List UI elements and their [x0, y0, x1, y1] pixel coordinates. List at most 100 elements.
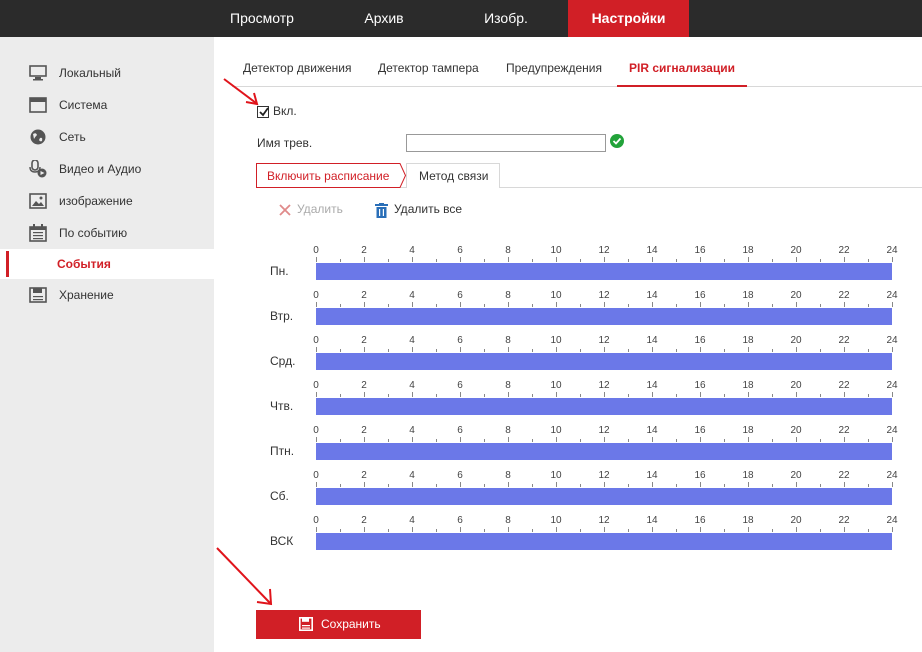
- hour-label: 20: [790, 290, 802, 301]
- hour-tick: [412, 527, 413, 532]
- hour-tick: [748, 527, 749, 532]
- hour-tick: [772, 484, 773, 487]
- hour-label: 22: [838, 290, 850, 301]
- enable-label: Вкл.: [273, 104, 297, 118]
- save-button[interactable]: Сохранить: [256, 610, 421, 639]
- top-nav-bar: Просмотр Архив Изобр. Настройки: [0, 0, 922, 37]
- tab-pir-alarm[interactable]: PIR сигнализации: [617, 50, 747, 87]
- hour-label: 18: [742, 425, 754, 436]
- hour-tick: [628, 259, 629, 262]
- hour-tick: [364, 302, 365, 307]
- hour-tick: [580, 439, 581, 442]
- topnav-picture[interactable]: Изобр.: [458, 0, 554, 37]
- trash-icon: [375, 203, 388, 218]
- hour-tick: [340, 439, 341, 442]
- sidebar-item-system[interactable]: Система: [0, 90, 214, 120]
- hour-tick: [460, 302, 461, 307]
- hour-tick: [532, 259, 533, 262]
- hour-label: 12: [598, 425, 610, 436]
- schedule-bar[interactable]: [316, 263, 892, 280]
- hour-tick: [412, 302, 413, 307]
- hour-tick: [676, 484, 677, 487]
- hour-tick: [364, 527, 365, 532]
- schedule-bar[interactable]: [316, 398, 892, 415]
- hour-tick: [772, 349, 773, 352]
- sidebar-item-local[interactable]: Локальный: [0, 58, 214, 88]
- hour-label: 12: [598, 335, 610, 346]
- hour-tick: [628, 304, 629, 307]
- hour-tick: [532, 349, 533, 352]
- hour-label: 4: [409, 335, 415, 346]
- hour-tick: [580, 304, 581, 307]
- hour-label: 24: [886, 290, 898, 301]
- hour-label: 16: [694, 425, 706, 436]
- tab-exception[interactable]: Предупреждения: [506, 50, 602, 87]
- hour-tick: [892, 347, 893, 352]
- hour-tick: [388, 529, 389, 532]
- hour-label: 6: [457, 335, 463, 346]
- sidebar-item-image[interactable]: изображение: [0, 186, 214, 216]
- schedule-bar[interactable]: [316, 308, 892, 325]
- hour-tick: [364, 482, 365, 487]
- hour-tick: [700, 392, 701, 397]
- tab-arming-schedule-label: Включить расписание: [267, 169, 390, 183]
- topnav-playback[interactable]: Архив: [336, 0, 432, 37]
- tab-tamper-detection[interactable]: Детектор тампера: [378, 50, 479, 87]
- sidebar-item-label: Сеть: [59, 130, 86, 144]
- hour-label: 14: [646, 470, 658, 481]
- topnav-configuration[interactable]: Настройки: [568, 0, 689, 37]
- hour-label: 12: [598, 245, 610, 256]
- sidebar-item-storage[interactable]: Хранение: [0, 280, 214, 310]
- schedule-bar[interactable]: [316, 353, 892, 370]
- hour-tick: [436, 439, 437, 442]
- schedule-bar[interactable]: [316, 443, 892, 460]
- hour-label: 24: [886, 425, 898, 436]
- hour-tick: [388, 394, 389, 397]
- hour-label: 8: [505, 470, 511, 481]
- hour-label: 24: [886, 380, 898, 391]
- hour-tick: [604, 437, 605, 442]
- hour-tick: [604, 302, 605, 307]
- annotation-arrow-icon: [223, 78, 259, 106]
- hour-tick: [532, 529, 533, 532]
- alarm-name-input[interactable]: [406, 134, 606, 152]
- hour-tick: [556, 527, 557, 532]
- hour-label: 16: [694, 290, 706, 301]
- sidebar-item-event[interactable]: По событию: [0, 218, 214, 248]
- hour-tick: [556, 392, 557, 397]
- hour-tick: [556, 302, 557, 307]
- sidebar-item-network[interactable]: Сеть: [0, 122, 214, 152]
- hour-label: 0: [313, 380, 319, 391]
- hour-label: 6: [457, 245, 463, 256]
- hour-tick: [484, 304, 485, 307]
- hour-tick: [652, 437, 653, 442]
- hour-tick: [844, 437, 845, 442]
- hour-label: 4: [409, 380, 415, 391]
- schedule-bar[interactable]: [316, 488, 892, 505]
- hour-tick: [868, 394, 869, 397]
- check-ok-icon: [610, 134, 624, 148]
- hour-tick: [508, 482, 509, 487]
- hour-tick: [412, 482, 413, 487]
- hour-tick: [340, 259, 341, 262]
- hour-tick: [628, 394, 629, 397]
- sidebar-subitem-events[interactable]: События: [0, 249, 214, 279]
- hour-tick: [652, 392, 653, 397]
- hour-label: 4: [409, 515, 415, 526]
- sidebar-item-video-audio[interactable]: Видео и Аудио: [0, 154, 214, 184]
- hour-tick: [484, 529, 485, 532]
- hour-label: 8: [505, 290, 511, 301]
- topnav-live-view[interactable]: Просмотр: [214, 0, 310, 37]
- hour-tick: [460, 347, 461, 352]
- annotation-arrow-icon: [216, 547, 273, 606]
- hour-tick: [724, 529, 725, 532]
- hour-tick: [388, 484, 389, 487]
- hour-tick: [580, 394, 581, 397]
- hour-tick: [652, 347, 653, 352]
- hour-tick: [388, 439, 389, 442]
- hour-tick: [604, 257, 605, 262]
- calendar-icon: [29, 224, 47, 242]
- hour-label: 10: [550, 335, 562, 346]
- schedule-bar[interactable]: [316, 533, 892, 550]
- sidebar: Локальный Система Сеть Видео и Аудио изо…: [0, 37, 214, 652]
